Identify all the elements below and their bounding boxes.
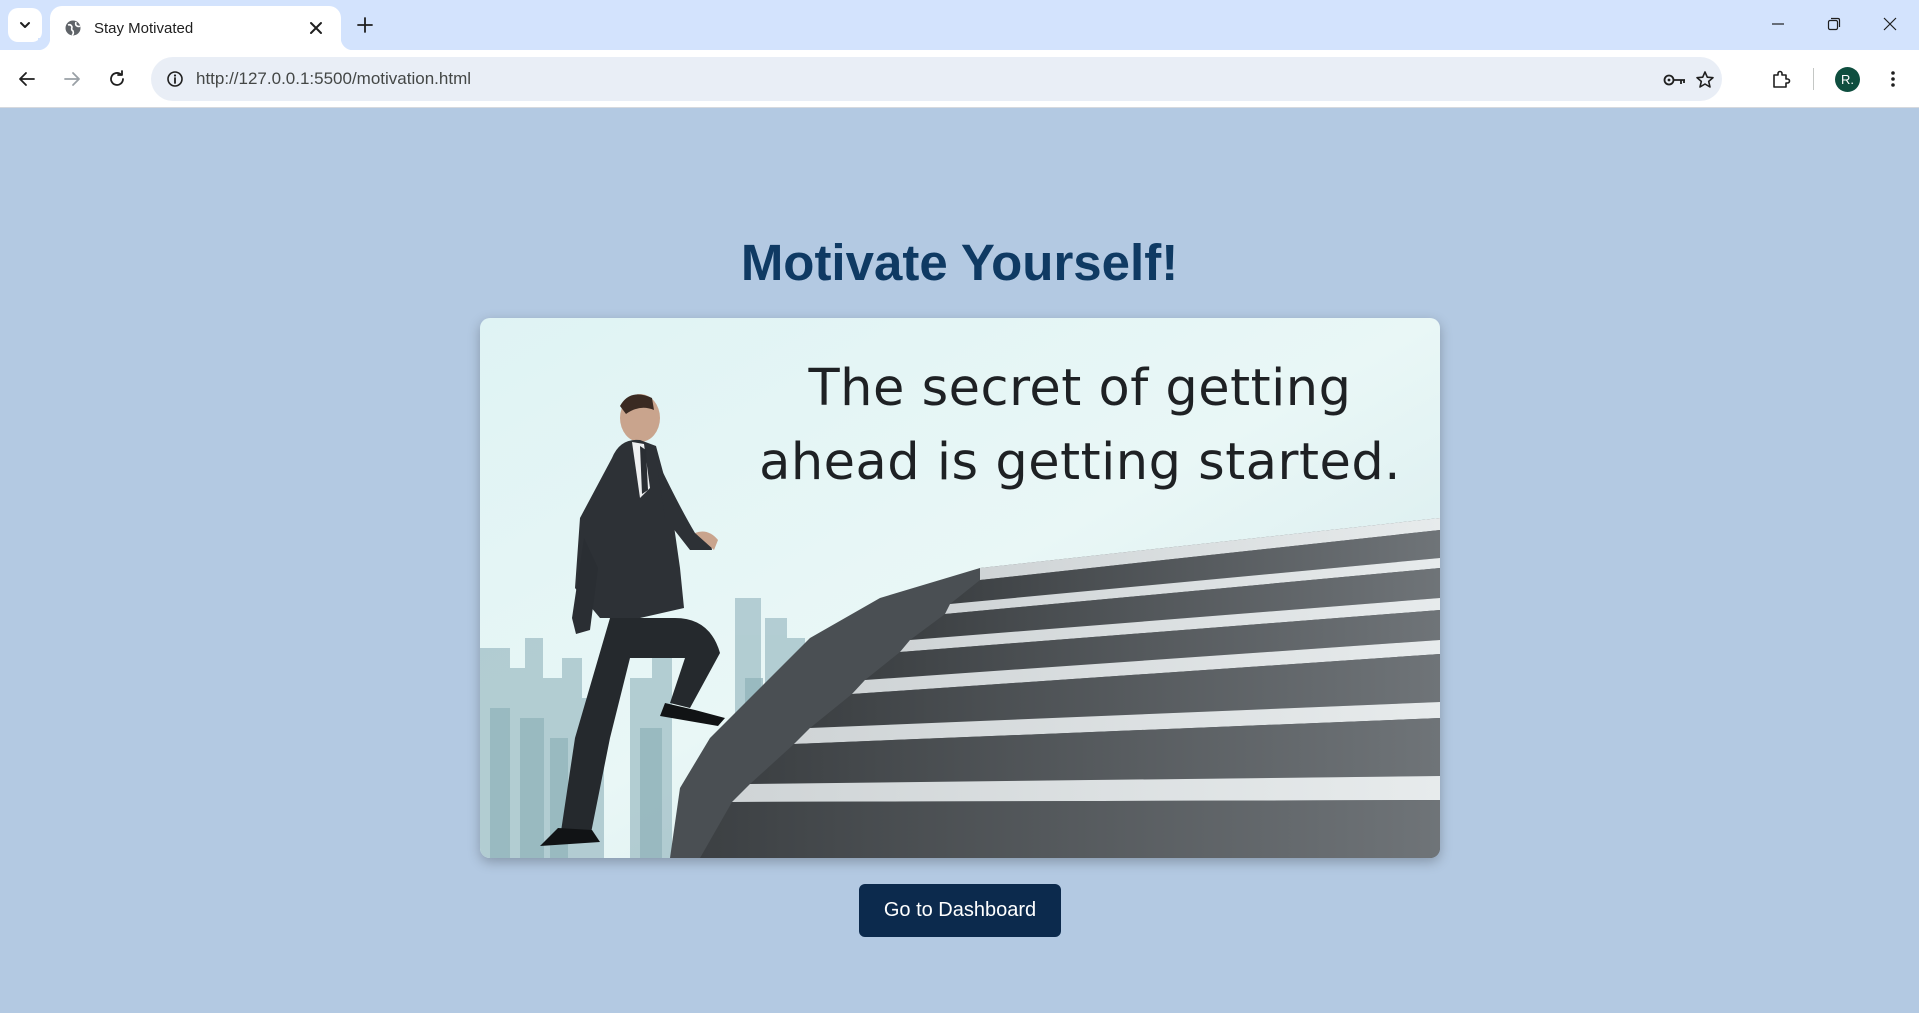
- new-tab-button[interactable]: [350, 10, 380, 40]
- close-tab-icon[interactable]: [305, 17, 327, 39]
- forward-button[interactable]: [54, 61, 90, 97]
- more-vert-icon: [1891, 71, 1895, 87]
- puzzle-icon: [1773, 70, 1791, 88]
- arrow-right-icon: [64, 72, 80, 86]
- motivation-image: The secret of getting ahead is getting s…: [480, 318, 1440, 858]
- close-window-button[interactable]: [1862, 0, 1918, 48]
- close-icon: [1883, 17, 1897, 31]
- restore-icon: [1827, 17, 1841, 31]
- profile-avatar[interactable]: R.: [1835, 67, 1860, 92]
- bookmark-star-icon[interactable]: [1691, 66, 1719, 94]
- quote-line-1: The secret of getting: [808, 359, 1352, 418]
- browser-toolbar: http://127.0.0.1:5500/motivation.html R.: [0, 50, 1919, 108]
- page-content: Motivate Yourself! The secret of getting…: [0, 109, 1919, 1013]
- reload-icon: [110, 70, 124, 86]
- arrow-left-icon: [19, 72, 35, 86]
- quote-line-2: ahead is getting started.: [759, 433, 1401, 492]
- browser-tab[interactable]: Stay Motivated: [38, 6, 353, 50]
- address-bar[interactable]: http://127.0.0.1:5500/motivation.html: [151, 57, 1722, 101]
- tab-strip: Stay Motivated: [0, 0, 1919, 50]
- password-key-icon[interactable]: [1661, 66, 1689, 94]
- minimize-button[interactable]: [1750, 0, 1806, 48]
- restore-button[interactable]: [1806, 0, 1862, 48]
- quote-text: The secret of getting ahead is getting s…: [730, 352, 1430, 500]
- minimize-icon: [1772, 23, 1784, 25]
- go-to-dashboard-button[interactable]: Go to Dashboard: [859, 884, 1061, 937]
- extensions-button[interactable]: [1763, 61, 1799, 97]
- toolbar-divider: [1813, 68, 1814, 90]
- url-text[interactable]: http://127.0.0.1:5500/motivation.html: [196, 69, 471, 89]
- page-title: Motivate Yourself!: [740, 234, 1179, 291]
- tab-title: Stay Motivated: [94, 19, 194, 37]
- reload-button[interactable]: [99, 61, 135, 97]
- plus-icon: [357, 17, 373, 33]
- tab-search-button[interactable]: [8, 8, 42, 42]
- menu-button[interactable]: [1875, 61, 1911, 97]
- globe-icon: [64, 19, 82, 37]
- site-info-icon[interactable]: [161, 65, 189, 93]
- back-button[interactable]: [9, 61, 45, 97]
- chevron-down-icon: [20, 22, 30, 28]
